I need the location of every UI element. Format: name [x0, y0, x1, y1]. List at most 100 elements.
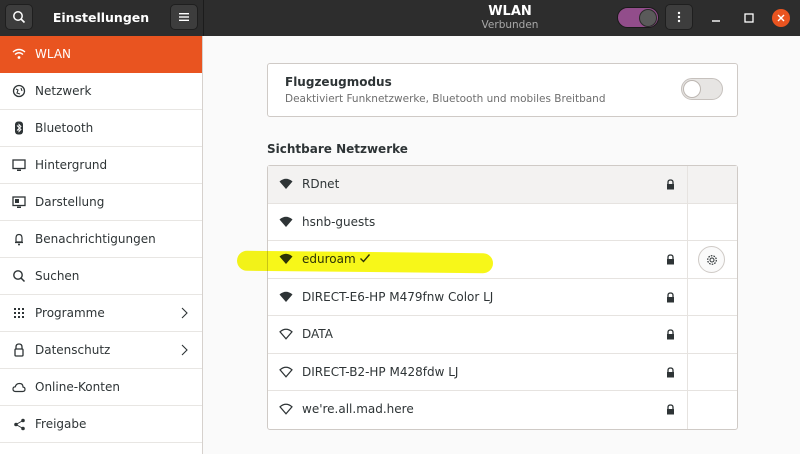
header-bar: Einstellungen WLAN Verbunden [0, 0, 800, 36]
row-separator [687, 353, 688, 390]
sidebar-item-darstellung[interactable]: Darstellung [0, 184, 202, 221]
network-row[interactable]: DIRECT-B2-HP M428fdw LJ [268, 353, 737, 391]
search-icon [13, 11, 26, 24]
sidebar-item-label: Netzwerk [35, 84, 92, 98]
sidebar-item-datenschutz[interactable]: Datenschutz [0, 332, 202, 369]
sidebar: WLAN Netzwerk Bluetooth Hintergrund Dars… [0, 36, 203, 454]
close-button[interactable] [772, 9, 790, 27]
wifi-signal-outline-icon [279, 328, 293, 340]
airplane-mode-title: Flugzeugmodus [285, 75, 392, 89]
sidebar-item-label: Online-Konten [35, 380, 120, 394]
sidebar-item-suchen[interactable]: Suchen [0, 258, 202, 295]
lock-icon [667, 404, 674, 415]
row-separator [687, 166, 688, 203]
lock-icon [667, 254, 674, 265]
airplane-mode-description: Deaktiviert Funknetzwerke, Bluetooth und… [285, 93, 606, 105]
network-ssid: eduroam [302, 252, 356, 266]
chevron-right-icon [181, 307, 188, 319]
sidebar-item-label: WLAN [35, 47, 72, 61]
lock-icon [667, 179, 674, 190]
network-icon [12, 84, 26, 98]
network-list: RDnet hsnb-guests eduroam DIRECT-E6-HP M… [267, 165, 738, 430]
network-row[interactable]: hsnb-guests [268, 203, 737, 241]
gear-icon [706, 254, 717, 265]
page-title: WLAN [488, 4, 532, 19]
sidebar-item-hintergrund[interactable]: Hintergrund [0, 147, 202, 184]
sidebar-item-wlan[interactable]: WLAN [0, 36, 202, 73]
sidebar-item-online-konten[interactable]: Online-Konten [0, 369, 202, 406]
lock-icon [12, 343, 26, 357]
network-ssid: RDnet [302, 177, 340, 191]
kebab-menu-icon [677, 11, 681, 23]
row-separator [687, 391, 688, 429]
wifi-signal-icon [279, 291, 293, 302]
visible-networks-heading: Sichtbare Netzwerke [267, 142, 408, 156]
more-options-button[interactable] [665, 4, 693, 30]
sidebar-item-label: Suchen [35, 269, 80, 283]
sidebar-title: Einstellungen [52, 10, 150, 25]
main-menu-button[interactable] [170, 4, 198, 30]
toggle-knob [639, 9, 657, 27]
network-row-connected[interactable]: eduroam [268, 241, 737, 279]
maximize-button[interactable] [740, 9, 758, 27]
toggle-knob [683, 80, 701, 98]
appearance-icon [12, 195, 26, 209]
share-icon [12, 417, 26, 431]
bell-icon [12, 232, 26, 246]
wifi-signal-icon [279, 253, 293, 264]
chevron-right-icon [181, 344, 188, 356]
network-row[interactable]: DIRECT-E6-HP M479fnw Color LJ [268, 278, 737, 316]
sidebar-item-benachrichtigungen[interactable]: Benachrichtigungen [0, 221, 202, 258]
wifi-signal-icon [279, 216, 293, 227]
row-separator [687, 241, 688, 278]
network-row[interactable]: we're.all.mad.here [268, 391, 737, 429]
header-divider [203, 0, 204, 36]
network-row[interactable]: DATA [268, 316, 737, 354]
close-icon [777, 14, 785, 22]
main-panel: Flugzeugmodus Deaktiviert Funknetzwerke,… [204, 36, 800, 454]
wifi-signal-outline-icon [279, 366, 293, 378]
sidebar-item-label: Bluetooth [35, 121, 94, 135]
lock-icon [667, 366, 674, 377]
sidebar-item-freigabe[interactable]: Freigabe [0, 406, 202, 443]
bluetooth-icon [12, 121, 26, 135]
cloud-icon [12, 380, 26, 394]
hamburger-icon [179, 13, 189, 21]
wifi-toggle[interactable] [617, 7, 659, 28]
network-ssid: DIRECT-E6-HP M479fnw Color LJ [302, 289, 494, 304]
sidebar-item-netzwerk[interactable]: Netzwerk [0, 73, 202, 110]
wifi-icon [12, 47, 26, 61]
sidebar-item-label: Darstellung [35, 195, 105, 209]
airplane-mode-toggle[interactable] [681, 78, 723, 100]
network-ssid: DATA [302, 327, 333, 341]
network-ssid: hsnb-guests [302, 214, 376, 229]
lock-icon [667, 291, 674, 302]
airplane-mode-card: Flugzeugmodus Deaktiviert Funknetzwerke,… [267, 63, 738, 117]
row-separator [687, 316, 688, 353]
sidebar-item-label: Freigabe [35, 417, 87, 431]
sidebar-item-label: Hintergrund [35, 158, 108, 172]
lock-icon [667, 329, 674, 340]
sidebar-item-label: Datenschutz [35, 343, 111, 357]
search-button[interactable] [5, 4, 33, 30]
minimize-button[interactable] [707, 9, 725, 27]
sidebar-item-label: Benachrichtigungen [35, 232, 156, 246]
network-ssid: we're.all.mad.here [302, 402, 414, 416]
maximize-icon [744, 13, 754, 23]
row-separator [687, 203, 688, 240]
checkmark-icon [360, 254, 371, 263]
minimize-icon [712, 20, 720, 22]
row-separator [687, 278, 688, 315]
network-ssid: DIRECT-B2-HP M428fdw LJ [302, 364, 459, 379]
wifi-signal-outline-icon [279, 403, 293, 415]
sidebar-item-bluetooth[interactable]: Bluetooth [0, 110, 202, 147]
background-icon [12, 158, 26, 172]
network-settings-button[interactable] [698, 246, 725, 273]
apps-icon [12, 306, 26, 320]
network-row[interactable]: RDnet [268, 166, 737, 204]
search-icon [12, 269, 26, 283]
sidebar-item-programme[interactable]: Programme [0, 295, 202, 332]
sidebar-item-label: Programme [35, 306, 105, 320]
wifi-signal-icon [279, 178, 293, 189]
page-subtitle: Verbunden [481, 19, 539, 31]
